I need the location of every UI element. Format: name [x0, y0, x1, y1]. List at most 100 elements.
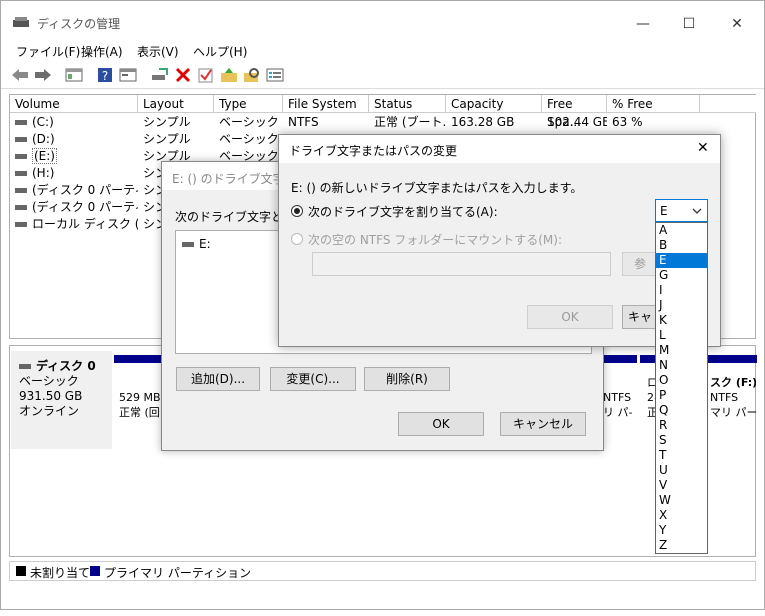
disk-name: ディスク 0 — [36, 359, 96, 373]
partition-2[interactable]: NTFS リ パ- — [603, 390, 635, 420]
column-free-space[interactable]: Free Spa... — [542, 95, 607, 129]
maximize-button[interactable]: ☐ — [666, 9, 712, 39]
menu-bar: ファイル(F) 操作(A) 表示(V) ヘルプ(H) — [1, 41, 764, 61]
cell-layout: シンプル — [143, 132, 191, 146]
mount-folder-label[interactable]: 次の空の NTFS フォルダーにマウントする(M): — [308, 231, 562, 248]
dialog2-title: ドライブ文字またはパスの変更 — [289, 144, 458, 158]
cell-layout: シン — [143, 217, 162, 231]
search-icon[interactable] — [243, 67, 261, 83]
dropdown-option-n[interactable]: N — [656, 358, 707, 373]
disk-0-label[interactable]: ディスク 0 ベーシック 931.50 GB オンライン — [11, 351, 112, 449]
drive-icon — [15, 120, 27, 125]
drive-letter-dropdown[interactable]: ABEGIJKLMNOPQRSTUVWXYZ — [655, 222, 708, 554]
menu-file[interactable]: ファイル(F) — [16, 43, 80, 60]
ok-button[interactable]: OK — [398, 412, 484, 436]
legend: 未割り当て プライマリ パーティション — [9, 561, 756, 581]
dropdown-option-b[interactable]: B — [656, 238, 707, 253]
list-item[interactable]: E: — [182, 237, 211, 251]
dropdown-option-y[interactable]: Y — [656, 523, 707, 538]
drive-icon — [15, 222, 27, 227]
drive-icon — [15, 137, 27, 142]
dropdown-option-v[interactable]: V — [656, 478, 707, 493]
partition-4[interactable]: スク (F:) NTFS マリ パーラ — [710, 375, 756, 420]
list-view-icon[interactable] — [266, 67, 284, 83]
column-filler — [700, 95, 756, 113]
dropdown-option-r[interactable]: R — [656, 418, 707, 433]
column-file-system[interactable]: File System — [283, 95, 369, 113]
cancel-button[interactable]: キャンセル — [500, 412, 586, 436]
drive-letter-select[interactable]: E — [655, 199, 708, 222]
cell-capacity: 163.28 GB — [451, 115, 515, 129]
remove-button[interactable]: 削除(R) — [364, 367, 450, 391]
change-button[interactable]: 変更(C)... — [270, 367, 356, 391]
drive-icon — [15, 171, 27, 176]
column-layout[interactable]: Layout — [138, 95, 214, 113]
assign-letter-label[interactable]: 次のドライブ文字を割り当てる(A): — [308, 203, 498, 220]
disk-size: 931.50 GB — [19, 389, 83, 403]
unallocated-swatch — [16, 566, 26, 576]
cell-free-space: 102.44 GB — [547, 115, 607, 129]
cell-volume: (H:) — [32, 166, 55, 180]
disk-icon — [19, 364, 31, 369]
dropdown-option-a[interactable]: A — [656, 223, 707, 238]
dropdown-option-i[interactable]: I — [656, 283, 707, 298]
partition-4-status: マリ パーラ — [710, 406, 756, 419]
menu-action[interactable]: 操作(A) — [81, 43, 123, 60]
partition-4-name: スク (F:) — [710, 376, 756, 389]
browse-button[interactable]: 参 — [622, 252, 658, 276]
dropdown-option-k[interactable]: K — [656, 313, 707, 328]
partition-1-status: 正常 (回 — [119, 406, 160, 419]
legend-primary: プライマリ パーティション — [104, 566, 252, 580]
dropdown-option-s[interactable]: S — [656, 433, 707, 448]
cell-volume: (ディスク 0 パーティシ... — [32, 183, 138, 197]
menu-help[interactable]: ヘルプ(H) — [193, 43, 247, 60]
column-capacity[interactable]: Capacity — [446, 95, 542, 113]
dropdown-option-x[interactable]: X — [656, 508, 707, 523]
assign-letter-radio[interactable] — [291, 205, 303, 217]
help-icon[interactable]: ? — [96, 67, 114, 83]
back-arrow-icon[interactable] — [11, 67, 29, 83]
dropdown-option-e[interactable]: E — [656, 253, 707, 268]
table-row[interactable]: (C:) シンプル ベーシック NTFS 正常 (ブート... 163.28 G… — [10, 114, 755, 131]
add-button[interactable]: 追加(D)... — [176, 367, 260, 391]
drive-icon — [15, 154, 27, 159]
dropdown-option-q[interactable]: Q — [656, 403, 707, 418]
column-percent-free[interactable]: % Free — [607, 95, 700, 113]
column-type[interactable]: Type — [214, 95, 283, 113]
check-icon[interactable] — [197, 67, 215, 83]
dropdown-option-p[interactable]: P — [656, 388, 707, 403]
cell-status: 正常 (ブート... — [374, 115, 446, 129]
dropdown-option-l[interactable]: L — [656, 328, 707, 343]
svg-text:?: ? — [102, 69, 108, 83]
minimize-button[interactable]: — — [620, 9, 666, 39]
column-status[interactable]: Status — [369, 95, 446, 113]
dropdown-option-w[interactable]: W — [656, 493, 707, 508]
mount-folder-radio[interactable] — [291, 233, 303, 245]
connect-drive-icon[interactable] — [151, 67, 169, 83]
dropdown-option-g[interactable]: G — [656, 268, 707, 283]
dropdown-option-z[interactable]: Z — [656, 538, 707, 553]
dropdown-option-o[interactable]: O — [656, 373, 707, 388]
forward-arrow-icon[interactable] — [34, 67, 52, 83]
dialog2-ok-button[interactable]: OK — [527, 305, 613, 329]
dialog2-cancel-button[interactable]: キャ — [622, 305, 658, 329]
close-button[interactable]: ✕ — [714, 9, 760, 39]
dropdown-option-t[interactable]: T — [656, 448, 707, 463]
menu-view[interactable]: 表示(V) — [137, 43, 179, 60]
cell-type: ベーシック — [219, 132, 279, 146]
up-folder-icon[interactable] — [220, 67, 238, 83]
column-volume[interactable]: Volume — [10, 95, 138, 113]
selected-letter: E — [660, 204, 668, 218]
toolbar: ? — [1, 61, 764, 89]
properties-icon[interactable] — [119, 67, 137, 83]
console-tree-icon[interactable] — [65, 67, 83, 83]
mount-path-input[interactable] — [312, 252, 611, 276]
dropdown-option-m[interactable]: M — [656, 343, 707, 358]
partition-1[interactable]: 529 MB 正常 (回 — [119, 390, 164, 420]
cell-layout: シン — [143, 166, 162, 180]
dialog2-close-button[interactable]: ✕ — [697, 140, 709, 156]
partition-4-fs: NTFS — [710, 391, 739, 404]
dropdown-option-j[interactable]: J — [656, 298, 707, 313]
dropdown-option-u[interactable]: U — [656, 463, 707, 478]
delete-icon[interactable] — [174, 67, 192, 83]
